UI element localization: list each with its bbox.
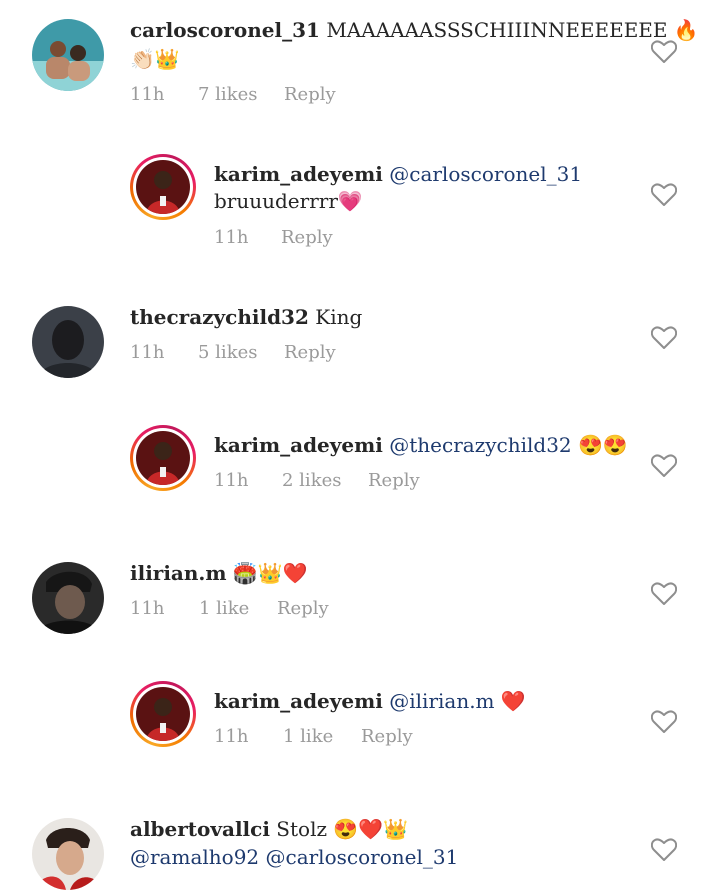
- avatar: [136, 160, 190, 214]
- comment-body: King: [315, 305, 363, 329]
- comment-text-line-2: 👏🏻👑: [130, 45, 180, 73]
- mention-link[interactable]: @ramalho92: [130, 845, 259, 869]
- username[interactable]: karim_adeyemi: [214, 689, 383, 713]
- heart-outline-icon[interactable]: [651, 454, 677, 478]
- heart-outline-icon[interactable]: [651, 582, 677, 606]
- username[interactable]: thecrazychild32: [130, 305, 309, 329]
- username[interactable]: carloscoronel_31: [130, 18, 320, 42]
- avatar-story-ring[interactable]: [130, 154, 196, 220]
- reply-button[interactable]: Reply: [284, 84, 336, 105]
- avatar[interactable]: [32, 562, 104, 634]
- heart-outline-icon[interactable]: [651, 183, 677, 207]
- emoji: 💗: [337, 189, 363, 213]
- like-count[interactable]: 7 likes: [198, 84, 257, 105]
- comment-text: thecrazychild32 King: [130, 303, 362, 331]
- comment-body: MAAAAAASSSCHIIINNEEEEEEE: [326, 18, 668, 42]
- avatar[interactable]: [32, 19, 104, 91]
- emoji: 😍😍: [578, 433, 628, 457]
- timestamp: 11h: [130, 342, 165, 363]
- reply-button[interactable]: Reply: [284, 342, 336, 363]
- emoji: ❤️: [500, 689, 526, 713]
- username[interactable]: albertovallci: [130, 817, 270, 841]
- comment-text: albertovallci Stolz 😍❤️👑: [130, 815, 408, 843]
- avatar: [136, 687, 190, 741]
- mention-link[interactable]: @thecrazychild32: [389, 433, 571, 457]
- avatar[interactable]: [32, 306, 104, 378]
- reply-button[interactable]: Reply: [368, 470, 420, 491]
- like-count[interactable]: 2 likes: [282, 470, 341, 491]
- timestamp: 11h: [214, 227, 249, 248]
- comment-body: bruuuderrrr: [214, 189, 338, 213]
- reply-button[interactable]: Reply: [281, 227, 333, 248]
- emoji: 😍❤️👑: [333, 817, 409, 841]
- avatar[interactable]: [32, 818, 104, 890]
- avatar-story-ring[interactable]: [130, 425, 196, 491]
- like-count[interactable]: 5 likes: [198, 342, 257, 363]
- comment-text: karim_adeyemi @ilirian.m ❤️: [214, 687, 526, 715]
- timestamp: 11h: [130, 598, 165, 619]
- reply-button[interactable]: Reply: [277, 598, 329, 619]
- mention-link[interactable]: @carloscoronel_31: [389, 162, 582, 186]
- comment-text: ilirian.m 🏟️👑❤️: [130, 559, 308, 587]
- heart-outline-icon[interactable]: [651, 838, 677, 862]
- comment-text: carloscoronel_31 MAAAAAASSSCHIIINNEEEEEE…: [130, 16, 699, 44]
- heart-outline-icon[interactable]: [651, 326, 677, 350]
- like-count[interactable]: 1 like: [283, 726, 333, 747]
- emoji: 🔥: [673, 18, 699, 42]
- reply-button[interactable]: Reply: [361, 726, 413, 747]
- comment-body: Stolz: [276, 817, 328, 841]
- timestamp: 11h: [130, 84, 165, 105]
- timestamp: 11h: [214, 470, 249, 491]
- heart-outline-icon[interactable]: [651, 710, 677, 734]
- comment-text: karim_adeyemi @thecrazychild32 😍😍: [214, 431, 628, 459]
- avatar-story-ring[interactable]: [130, 681, 196, 747]
- username[interactable]: karim_adeyemi: [214, 433, 383, 457]
- avatar-photo: [32, 19, 104, 91]
- avatar-photo: [32, 306, 104, 378]
- avatar-photo: [32, 562, 104, 634]
- username[interactable]: karim_adeyemi: [214, 162, 383, 186]
- mention-link[interactable]: @ilirian.m: [389, 689, 494, 713]
- avatar-photo: [32, 818, 104, 890]
- timestamp: 11h: [214, 726, 249, 747]
- comment-text-line-2: @ramalho92 @carloscoronel_31: [130, 843, 458, 871]
- emoji: 🏟️👑❤️: [232, 561, 308, 585]
- comment-text-line-2: bruuuderrrr💗: [214, 187, 363, 215]
- mention-link[interactable]: @carloscoronel_31: [266, 845, 459, 869]
- like-count[interactable]: 1 like: [199, 598, 249, 619]
- avatar: [136, 431, 190, 485]
- heart-outline-icon[interactable]: [651, 40, 677, 64]
- comment-text: karim_adeyemi @carloscoronel_31: [214, 160, 582, 188]
- emoji: 👏🏻👑: [130, 47, 180, 71]
- username[interactable]: ilirian.m: [130, 561, 227, 585]
